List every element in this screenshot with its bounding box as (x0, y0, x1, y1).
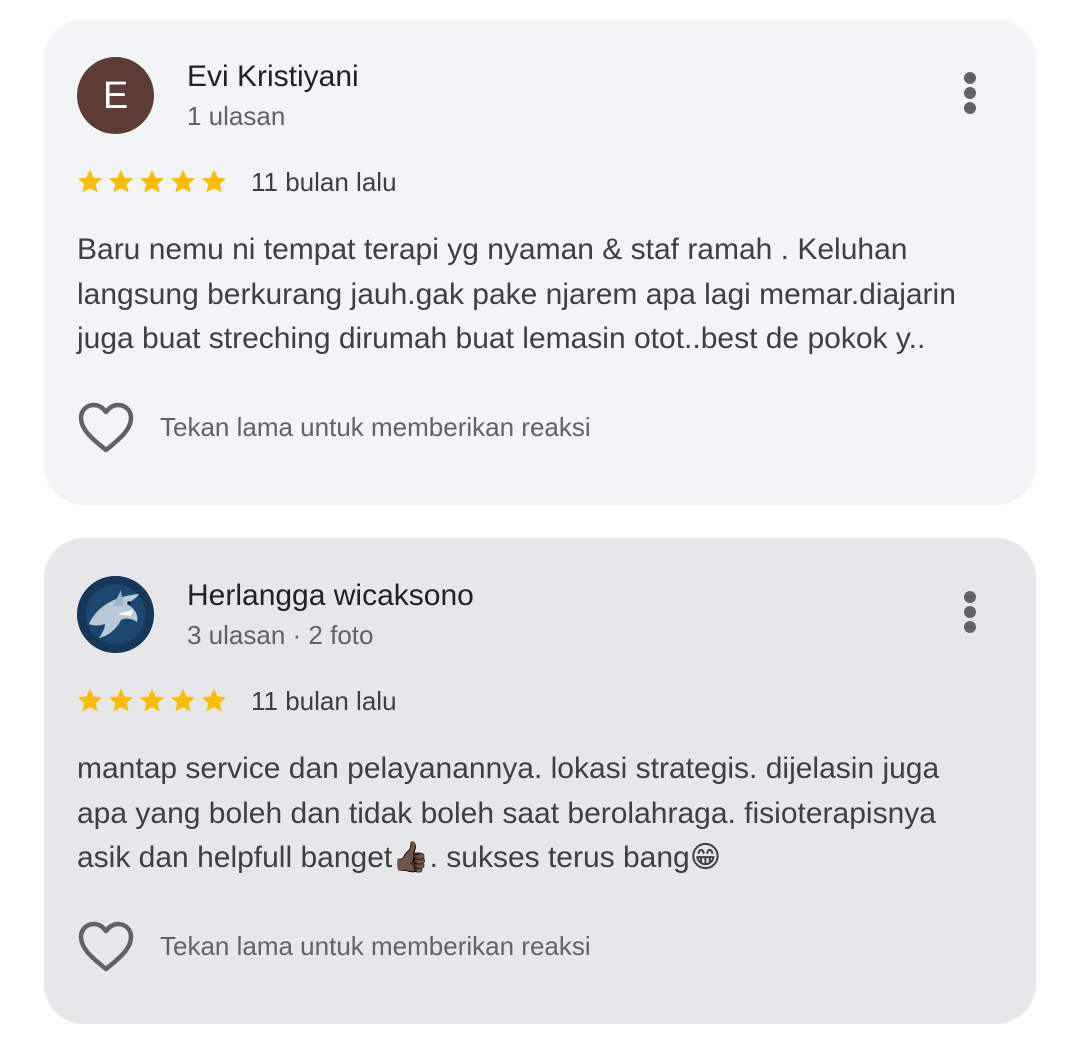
reviewer-meta: 3 ulasan · 2 foto (187, 620, 374, 650)
review-card: E Evi Kristiyani 1 ulasan 11 bulan lalu … (44, 19, 1036, 505)
review-date: 11 bulan lalu (251, 686, 397, 716)
star-icon (170, 688, 196, 712)
star-rating (76, 685, 231, 717)
star-icon (170, 169, 196, 193)
heart-icon[interactable] (77, 401, 135, 455)
shark-avatar-icon[interactable] (77, 576, 154, 653)
reviewer-meta: 1 ulasan (187, 101, 286, 131)
review-text-line: mantap service dan pelayanannya. lokasi … (77, 752, 940, 785)
review-text: mantap service dan pelayanannya. lokasi … (77, 747, 1007, 881)
star-icon (77, 169, 103, 193)
star-icon (201, 169, 227, 193)
star-icon (139, 169, 165, 193)
star-icon (201, 688, 227, 712)
star-icon (108, 688, 134, 712)
reaction-hint[interactable]: Tekan lama untuk memberikan reaksi (160, 929, 591, 963)
avatar[interactable]: E (77, 57, 154, 134)
heart-icon[interactable] (77, 920, 135, 974)
review-text-line: langsung berkurang jauh.gak pake njarem … (77, 277, 956, 311)
avatar-letter: E (102, 74, 129, 117)
star-icon (77, 688, 103, 712)
reviewer-name[interactable]: Evi Kristiyani (187, 59, 359, 95)
more-options-icon[interactable] (950, 590, 990, 640)
review-text-line: Baru nemu ni tempat terapi yg nyaman & s… (77, 233, 908, 266)
star-rating (76, 166, 231, 198)
review-card: Herlangga wicaksono 3 ulasan · 2 foto 11… (44, 538, 1036, 1024)
review-text: Baru nemu ni tempat terapi yg nyaman & s… (77, 228, 1007, 362)
star-icon (108, 169, 134, 193)
review-text-line: asik dan helpfull banget👍🏿. sukses terus… (77, 841, 722, 874)
review-text-line: apa yang boleh dan tidak boleh saat bero… (77, 796, 936, 830)
star-icon (139, 688, 165, 712)
more-options-icon[interactable] (950, 71, 990, 121)
reviewer-name[interactable]: Herlangga wicaksono (187, 578, 474, 614)
reaction-hint[interactable]: Tekan lama untuk memberikan reaksi (160, 410, 591, 444)
review-date: 11 bulan lalu (251, 167, 397, 197)
review-text-line: juga buat streching dirumah buat lemasin… (77, 322, 926, 355)
